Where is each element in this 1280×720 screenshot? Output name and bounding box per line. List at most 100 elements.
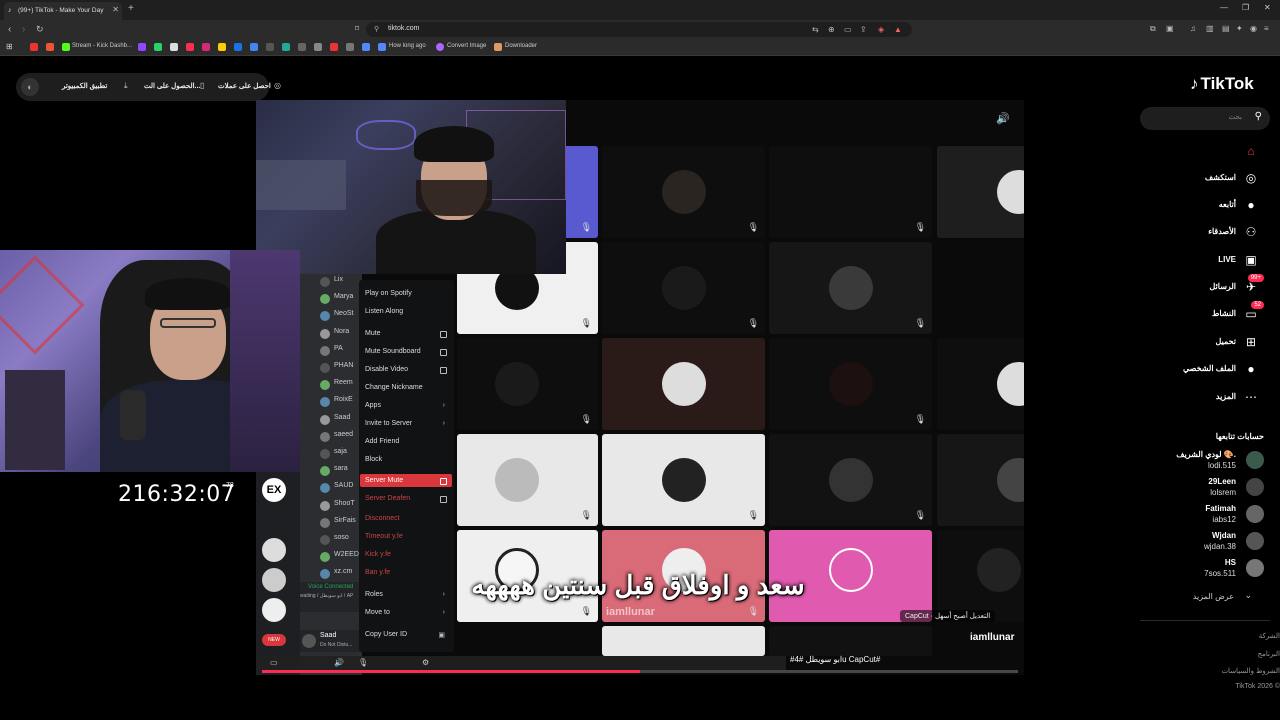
following-account[interactable]: HS 7sos.511	[1108, 557, 1268, 581]
twitch-icon[interactable]	[138, 43, 146, 51]
menu-item-add-friend[interactable]: Add Friend	[365, 438, 399, 445]
reload-button[interactable]: ↻	[36, 24, 44, 35]
menu-item-server-deafen[interactable]: Server Deafen	[365, 495, 410, 502]
get-coins-link[interactable]: احصل على عملات	[218, 82, 271, 90]
following-account[interactable]: لودي الشريف 🎨. lodi.515	[1108, 449, 1268, 473]
following-account[interactable]: Wjdan wjdan.38	[1108, 530, 1268, 554]
close-tab-icon[interactable]: ✕	[112, 5, 119, 14]
member-name[interactable]: RoixE	[334, 396, 353, 403]
vpn-icon[interactable]: ◉	[1250, 24, 1257, 33]
member-name[interactable]: PHAN	[334, 362, 353, 369]
capcut-tag[interactable]: CapCut · التعديل أصبح أسهل	[900, 610, 996, 622]
member-name[interactable]: soso	[334, 534, 349, 541]
site-info-icon[interactable]: ⚲	[374, 25, 379, 33]
bookmark-icon-5[interactable]	[298, 43, 306, 51]
extension-icon[interactable]: ⧉	[1150, 24, 1156, 34]
apps-grid-icon[interactable]: ⊞	[6, 42, 13, 51]
bookmark-icon-8[interactable]	[346, 43, 354, 51]
member-name[interactable]: Marya	[334, 293, 353, 300]
minimize-button[interactable]: —	[1220, 3, 1228, 12]
member-name[interactable]: PA	[334, 345, 343, 352]
checkbox-icon[interactable]	[440, 496, 447, 503]
checkbox-icon[interactable]	[440, 331, 447, 338]
convert-icon[interactable]	[436, 43, 444, 51]
member-name[interactable]: SirFais	[334, 517, 356, 524]
wallet-icon[interactable]: ▤	[1222, 24, 1230, 33]
menu-item-listen-along[interactable]: Listen Along	[365, 308, 403, 315]
forward-button[interactable]: ›	[22, 24, 25, 35]
search-bar[interactable]: بحث ⚲	[1140, 107, 1270, 130]
x-icon[interactable]	[170, 43, 178, 51]
nav-item-activity[interactable]: النشاط ▭ 52	[1114, 301, 1264, 326]
google-icon[interactable]	[234, 43, 242, 51]
footer-link[interactable]: الشروط والسياسات	[1221, 667, 1280, 675]
instagram-icon[interactable]	[202, 43, 210, 51]
checkbox-icon[interactable]	[440, 478, 447, 485]
member-name[interactable]: saeed	[334, 431, 353, 438]
bookmark-icon[interactable]: ⌑	[355, 24, 359, 33]
member-name[interactable]: ShooT	[334, 500, 355, 507]
brave-shield-icon[interactable]: ◈	[878, 25, 884, 34]
url-bar[interactable]: ⚲ tiktok.com ⇆ ⊕ ▭ ⇪ ◈ ▲	[366, 22, 912, 37]
server-icon[interactable]	[262, 538, 286, 562]
maximize-button[interactable]: ❐	[1242, 3, 1249, 12]
bookmark-icon-2[interactable]	[46, 43, 54, 51]
user-avatar[interactable]: ◐	[21, 78, 39, 96]
bookmark-downloader[interactable]: Downloader	[505, 43, 537, 49]
rewards-icon[interactable]: ▲	[894, 25, 902, 34]
nav-item-messages[interactable]: الرسائل ✈ 99+	[1114, 274, 1264, 299]
sidebar-icon[interactable]: ▥	[1206, 24, 1214, 33]
server-icon[interactable]: EX	[262, 478, 286, 502]
following-account[interactable]: Fatimah iabs12	[1108, 503, 1268, 527]
member-name[interactable]: Saad	[334, 414, 350, 421]
extension-icon-2[interactable]: ▣	[1166, 24, 1174, 33]
menu-item-mute[interactable]: Mute	[365, 330, 381, 337]
browser-tab[interactable]: ♪ (99+) TikTok - Make Your Day ✕	[4, 2, 122, 20]
member-name[interactable]: saja	[334, 448, 347, 455]
bookmark-icon-7[interactable]	[330, 43, 338, 51]
search-icon[interactable]: ⚲	[1255, 111, 1262, 122]
member-name[interactable]: xz.cm	[334, 568, 352, 575]
cast-icon[interactable]: ▭	[844, 25, 852, 34]
footer-link[interactable]: الشركة	[1259, 632, 1280, 640]
menu-item-disconnect[interactable]: Disconnect	[365, 515, 400, 522]
member-name[interactable]: sara	[334, 465, 348, 472]
nav-item-friends[interactable]: الأصدقاء ⚇	[1114, 222, 1264, 244]
puzzle-icon[interactable]: ✦	[1236, 24, 1243, 33]
tiktok-icon[interactable]	[186, 43, 194, 51]
snapchat-icon[interactable]	[218, 43, 226, 51]
member-name[interactable]: NeoSt	[334, 310, 353, 317]
menu-item-kick-y-fe[interactable]: Kick y.fe	[365, 551, 391, 558]
member-name[interactable]: Lix	[334, 276, 343, 283]
bookmark-how-long-ago[interactable]: How long ago	[389, 43, 426, 49]
nav-item-explore[interactable]: استكشف ◎	[1114, 168, 1264, 190]
following-account[interactable]: 29Leen lolsrem	[1108, 476, 1268, 500]
menu-item-server-mute[interactable]: Server Mute	[360, 474, 452, 487]
video-progress-bar[interactable]	[262, 670, 1018, 673]
menu-item-mute-soundboard[interactable]: Mute Soundboard	[365, 348, 421, 355]
bookmark-icon-9[interactable]	[362, 43, 370, 51]
zoom-icon[interactable]: ⊕	[828, 25, 835, 34]
member-name[interactable]: Reem	[334, 379, 353, 386]
nav-item-following[interactable]: أتابعه ●	[1114, 195, 1264, 217]
server-icon[interactable]	[262, 568, 286, 592]
back-button[interactable]: ‹	[8, 24, 11, 35]
new-tab-button[interactable]: +	[128, 3, 134, 14]
menu-item-disable-video[interactable]: Disable Video	[365, 366, 408, 373]
downloader-icon[interactable]	[494, 43, 502, 51]
close-window-button[interactable]: ✕	[1264, 3, 1271, 12]
member-name[interactable]: SAUD	[334, 482, 353, 489]
menu-item-invite-to-server[interactable]: Invite to Server	[365, 420, 412, 427]
video-author[interactable]: iamllunar	[970, 632, 1014, 643]
kick-icon[interactable]	[62, 43, 70, 51]
menu-item-apps[interactable]: Apps	[365, 402, 381, 409]
nav-item-upload[interactable]: تحميل ⊞	[1114, 332, 1264, 354]
menu-item-block[interactable]: Block	[365, 456, 382, 463]
show-more-button[interactable]: عرض المزيد ⌄	[1114, 590, 1264, 604]
get-app-link[interactable]: الحصول على الت...	[144, 82, 200, 90]
nav-item-live[interactable]: LIVE ▣	[1114, 250, 1264, 272]
share-icon[interactable]: ⇪	[860, 25, 867, 34]
menu-item-roles[interactable]: Roles	[365, 591, 383, 598]
bookmark-icon-3[interactable]	[266, 43, 274, 51]
menu-item-play-on-spotify[interactable]: Play on Spotify	[365, 290, 412, 297]
